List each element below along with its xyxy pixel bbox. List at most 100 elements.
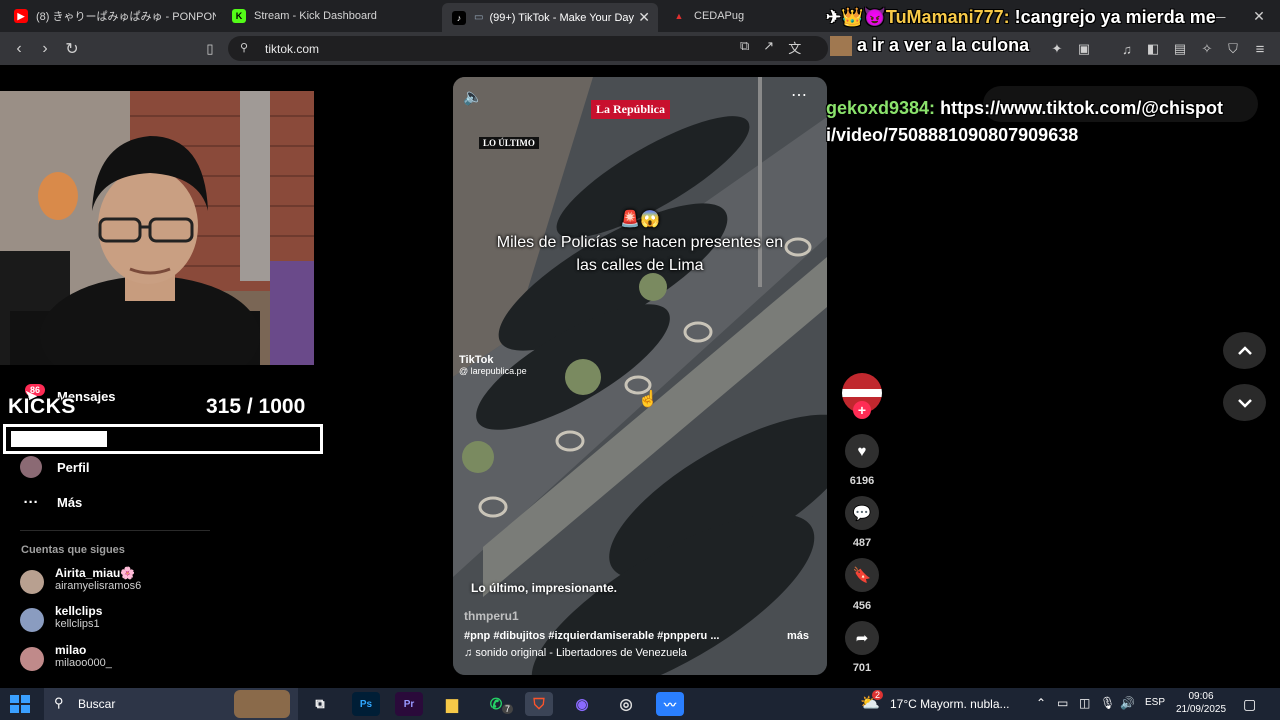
media-icon[interactable]: ⧉ <box>740 38 749 57</box>
youtube-icon: ▶ <box>14 9 28 23</box>
watermark-handle: @ larepublica.pe <box>459 366 527 376</box>
screenshot-icon[interactable]: ▣ <box>1073 38 1095 60</box>
more-options-icon[interactable]: ⋯ <box>791 85 808 105</box>
follow-plus-icon[interactable]: + <box>853 401 871 419</box>
search-highlight-image <box>234 690 290 718</box>
forward-icon[interactable]: › <box>34 38 56 60</box>
share-icon[interactable]: ↗ <box>763 38 774 57</box>
translate-icon[interactable]: 文 <box>788 38 801 57</box>
share-count: 701 <box>852 662 872 674</box>
app-icon[interactable]: 〰 <box>656 692 684 716</box>
kick-icon: K <box>232 9 246 23</box>
music-icon[interactable]: ♫ <box>1116 38 1138 60</box>
brave-browser-icon[interactable]: ⛉ <box>525 692 553 716</box>
kicks-progress-bar <box>3 424 323 454</box>
kicks-goal-label: KICKS <box>8 395 76 418</box>
avatar <box>20 608 44 632</box>
source-badge: La República <box>591 100 671 119</box>
account-handle: airamyelisramos6 <box>55 580 142 592</box>
photoshop-icon[interactable]: Ps <box>352 692 380 716</box>
chevron-up-icon[interactable]: ⌃ <box>1036 696 1046 710</box>
tiktok-watermark: TikTok @ larepublica.pe <box>459 354 527 376</box>
comment-button[interactable]: 💬 <box>845 496 879 530</box>
weather-text[interactable]: 17°C Mayorm. nubla... <box>890 697 1010 711</box>
tab-tiktok[interactable]: ♪ ▭ (99+) TikTok - Make Your Day ✕ <box>442 3 658 32</box>
save-button[interactable]: 🔖 <box>845 558 879 592</box>
video-hashtags[interactable]: #pnp #dibujitos #izquierdamiserable #pnp… <box>464 630 720 642</box>
sidebar-item-more[interactable]: ··· Más <box>20 491 83 513</box>
extension-icon[interactable]: ✦ <box>1046 38 1068 60</box>
microphone-icon[interactable]: 🎙 <box>1100 696 1115 710</box>
video-sound[interactable]: ♫ sonido original - Libertadores de Vene… <box>464 647 687 659</box>
account-handle: milaoo000_ <box>55 657 112 669</box>
more-link[interactable]: más <box>787 630 809 642</box>
kicks-current: 315 <box>206 395 242 418</box>
sidebar-item-profile[interactable]: Perfil <box>20 456 90 478</box>
task-view-icon[interactable]: ⧉ <box>306 692 334 716</box>
overlay-emoji: 🚨😱 <box>620 211 660 228</box>
tiktok-icon: ♪ <box>452 10 466 25</box>
like-count: 6196 <box>849 475 875 487</box>
address-bar[interactable]: ⚲ tiktok.com <box>228 36 828 61</box>
kicks-goal-count: 315 / 1000 <box>206 395 305 419</box>
site-info-icon[interactable]: ⚲ <box>240 41 248 54</box>
account-handle: kellclips1 <box>55 618 100 630</box>
next-video-button[interactable] <box>1223 384 1266 421</box>
share-button[interactable]: ➦ <box>845 621 879 655</box>
browser-toolbar: ‹ › ↻ ▯ ⚲ tiktok.com ⧉ ↗ 文 ✦ ▣ ♫ ◧ ▤ ✧ ⛉… <box>0 32 1280 65</box>
avatar <box>20 570 44 594</box>
chat-username: gekoxd9384: <box>826 98 936 118</box>
bookmark-icon[interactable]: ▯ <box>199 38 221 60</box>
camera-icon[interactable]: ◫ <box>1079 696 1090 710</box>
volume-icon[interactable]: 🔈 <box>463 87 483 107</box>
video-author[interactable]: thmperu1 <box>464 609 519 623</box>
kicks-progress-fill <box>11 431 107 447</box>
menu-icon[interactable]: ≡ <box>1249 38 1271 60</box>
url-text: tiktok.com <box>265 42 320 56</box>
chat-username: TuMamani777: <box>885 7 1010 27</box>
overlay-headline: Miles de Policías se hacen presentes en … <box>496 234 784 274</box>
obs-icon[interactable]: ◎ <box>612 692 640 716</box>
like-button[interactable]: ♥ <box>845 434 879 468</box>
chat-text: a ir a ver a la culona <box>857 35 1030 55</box>
back-icon[interactable]: ‹ <box>8 38 30 60</box>
network-icon[interactable]: ▭ <box>1057 696 1068 710</box>
chat-text: https://www.tiktok.com/@chispot <box>940 98 1223 118</box>
tab-cedapug[interactable]: ▲ CEDAPug <box>662 4 812 28</box>
video-player[interactable]: 🔈 ⋯ La República LO ÚLTIMO 🚨😱 Miles de P… <box>453 77 827 675</box>
tab-kick-dashboard[interactable]: K Stream - Kick Dashboard <box>222 4 434 28</box>
notifications-icon[interactable]: ▢ <box>1243 696 1256 713</box>
wallet-icon[interactable]: ▤ <box>1169 38 1191 60</box>
clock-time: 09:06 <box>1188 691 1214 702</box>
file-explorer-icon[interactable]: ▆ <box>438 692 466 716</box>
save-count: 456 <box>852 600 872 612</box>
search-icon: ⚲ <box>54 695 64 710</box>
taskbar-search[interactable]: ⚲ Buscar <box>44 688 298 720</box>
chevron-down-icon <box>1237 398 1252 408</box>
previous-video-button[interactable] <box>1223 332 1266 369</box>
shield-icon[interactable]: ⛉ <box>1222 38 1244 60</box>
language-indicator[interactable]: ESP <box>1145 697 1165 708</box>
discord-icon[interactable]: ◉ <box>568 692 596 716</box>
volume-icon[interactable]: 🔊 <box>1120 696 1135 710</box>
sidebar-icon[interactable]: ◧ <box>1142 38 1164 60</box>
windows-start-icon[interactable] <box>10 695 30 713</box>
sidebar-divider <box>20 530 210 531</box>
leo-icon[interactable]: ✧ <box>1196 38 1218 60</box>
chat-message-continuation: i/video/7508881090807909638 <box>826 125 1078 146</box>
avatar <box>20 647 44 671</box>
comment-icon: 💬 <box>852 505 872 522</box>
windows-taskbar: ⚲ Buscar ⧉ Ps Pr ▆ ✆ 7 ⛉ ◉ ◎ 〰 ⛅ 2 17°C … <box>0 688 1280 720</box>
system-clock[interactable]: 09:06 21/09/2025 <box>1172 690 1230 716</box>
bookmark-icon: 🔖 <box>852 567 872 584</box>
chat-emote-icon <box>830 36 852 57</box>
cedapug-icon: ▲ <box>674 11 684 21</box>
tab-youtube[interactable]: ▶ (8) きゃりーぱみゅぱみゅ - PONPONPON <box>4 4 216 28</box>
comment-count: 487 <box>852 537 872 549</box>
close-icon[interactable]: ✕ <box>638 9 650 26</box>
chat-message: gekoxd9384: https://www.tiktok.com/@chis… <box>826 98 1223 119</box>
window-close-icon[interactable]: ✕ <box>1248 5 1270 27</box>
premiere-icon[interactable]: Pr <box>395 692 423 716</box>
reload-icon[interactable]: ↻ <box>61 38 83 60</box>
heart-icon: ♥ <box>857 442 867 460</box>
